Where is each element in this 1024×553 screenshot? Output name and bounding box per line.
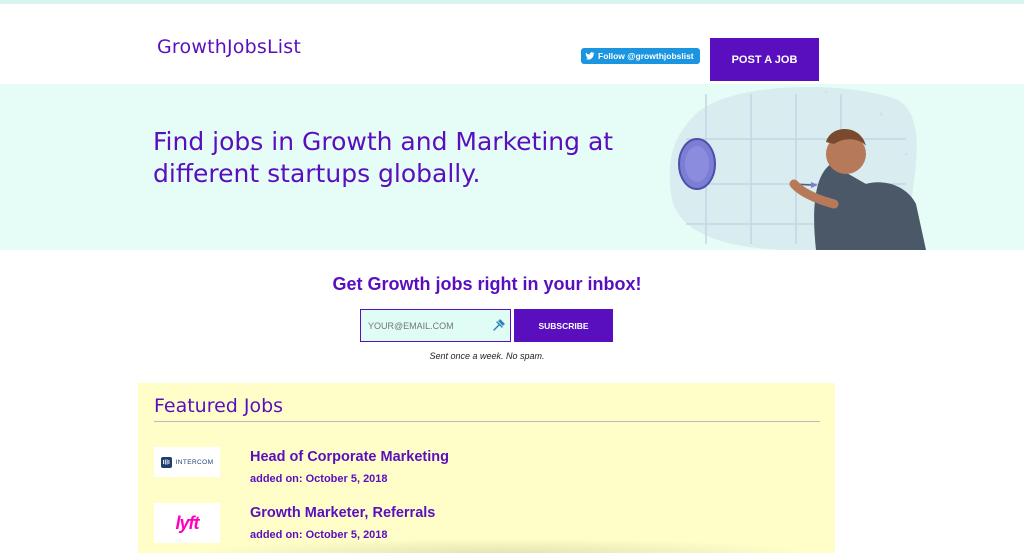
job-date: added on: October 5, 2018 (250, 473, 388, 485)
company-logo[interactable]: INTERCOM (154, 447, 220, 477)
twitter-follow-label: Follow @growthjobslist (598, 51, 694, 61)
site-logo[interactable]: GrowthJobsList (157, 36, 301, 58)
company-logo[interactable]: lyft (154, 503, 220, 543)
subscribe-note: Sent once a week. No spam. (429, 351, 545, 361)
subscribe-title: Get Growth jobs right in your inbox! (332, 274, 642, 294)
darts-player-illustration (669, 87, 926, 250)
intercom-wordmark: INTERCOM (175, 458, 214, 466)
featured-divider (154, 421, 820, 422)
intercom-icon (160, 456, 172, 468)
subscribe-button[interactable]: SUBSCRIBE (514, 309, 613, 342)
post-job-button[interactable]: POST A JOB (710, 38, 819, 81)
lyft-icon: lyft (175, 512, 200, 533)
featured-jobs-section: Featured Jobs INTERCOM Head of Corporate… (138, 383, 835, 553)
hero-banner: Find jobs in Growth and Marketing at dif… (0, 84, 1024, 250)
email-input[interactable] (360, 309, 511, 342)
twitter-follow-button[interactable]: Follow @growthjobslist (581, 48, 700, 64)
job-listing[interactable]: INTERCOM Head of Corporate Marketing add… (154, 447, 814, 491)
featured-title: Featured Jobs (154, 395, 284, 417)
job-title[interactable]: Head of Corporate Marketing (250, 449, 449, 465)
pin-icon[interactable] (492, 318, 506, 332)
twitter-bird-icon (585, 52, 595, 60)
site-header: GrowthJobsList Follow @growthjobslist PO… (0, 4, 1024, 84)
job-title[interactable]: Growth Marketer, Referrals (250, 505, 435, 521)
bottom-shadow (190, 538, 810, 553)
hero-title: Find jobs in Growth and Marketing at dif… (153, 127, 614, 188)
